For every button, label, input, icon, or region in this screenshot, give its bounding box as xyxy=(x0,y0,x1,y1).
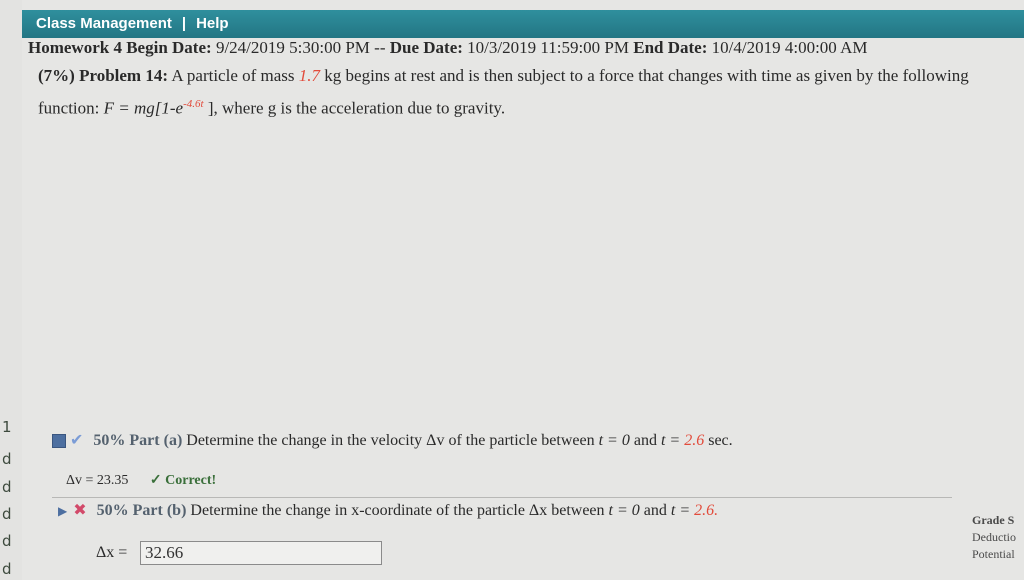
formula-pre: F = mg[1-e xyxy=(103,98,184,118)
due-date-label: Due Date: xyxy=(389,38,463,57)
divider xyxy=(52,497,952,498)
problem-text-3: where g is the acceleration due to gravi… xyxy=(222,98,506,118)
grade-summary-label: Grade S xyxy=(972,513,1015,527)
grade-summary-panel: Grade S Deductio Potential xyxy=(972,512,1016,563)
collapse-toggle-icon[interactable] xyxy=(52,434,66,449)
part-a-question: Determine the change in the velocity Δv … xyxy=(186,432,595,449)
nav-links: Class Management | Help xyxy=(36,15,229,32)
part-a-percent: 50% xyxy=(93,432,126,449)
part-a-answer: Δv = 23.35 ✓ Correct! xyxy=(66,472,216,489)
incorrect-x-icon: ✖ xyxy=(73,502,87,519)
part-a-answer-label: Δv = xyxy=(66,473,97,488)
expand-arrow-icon[interactable]: ▶ xyxy=(58,504,67,518)
part-a-t-end: 2.6 xyxy=(684,432,705,449)
check-mark-icon: ✔ xyxy=(70,432,84,449)
sidebar-mark: d xyxy=(2,450,12,468)
potential-label: Potential xyxy=(972,547,1015,561)
part-a-label: Part (a) xyxy=(129,432,183,449)
due-date-value: 10/3/2019 11:59:00 PM xyxy=(467,38,629,57)
sidebar-mark: d xyxy=(2,505,12,523)
left-sidebar-strip: 1 d d d d d xyxy=(0,0,22,580)
part-b-question: Determine the change in x-coordinate of … xyxy=(190,502,605,519)
end-date-value: 10/4/2019 4:00:00 AM xyxy=(711,38,868,57)
part-b-percent: 50% xyxy=(96,502,129,519)
formula-exponent: -4.6t xyxy=(183,98,204,110)
correct-status-badge: ✓ Correct! xyxy=(149,473,217,488)
sidebar-mark: d xyxy=(2,532,12,550)
class-management-link[interactable]: Class Management xyxy=(36,15,172,32)
dash: -- xyxy=(374,38,386,57)
homework-header: Homework 4 Begin Date: 9/24/2019 5:30:00… xyxy=(28,38,868,58)
sidebar-mark: d xyxy=(2,478,12,496)
top-nav-bar: Class Management | Help xyxy=(22,10,1024,38)
part-a-t-eq: t = xyxy=(660,432,681,449)
begin-date-label: Begin Date: xyxy=(126,38,212,57)
sidebar-mark: d xyxy=(2,560,12,578)
problem-statement: (7%) Problem 14: A particle of mass 1.7 … xyxy=(38,62,988,123)
begin-date-value: 9/24/2019 5:30:00 PM xyxy=(215,38,370,57)
part-b-t-start: t = 0 xyxy=(608,502,640,519)
homework-page: Class Management | Help Homework 4 Begin D… xyxy=(22,0,1024,580)
homework-name: Homework 4 xyxy=(28,38,122,57)
part-a-row: ✔ 50% Part (a) Determine the change in t… xyxy=(52,430,733,450)
part-b-t-end: 2.6. xyxy=(694,502,719,519)
part-a-t-start: t = 0 xyxy=(598,432,630,449)
formula-post: ], xyxy=(207,98,218,118)
part-b-label: Part (b) xyxy=(132,502,187,519)
part-b-and: and xyxy=(643,502,667,519)
nav-separator: | xyxy=(181,15,187,32)
problem-title: Problem 14: xyxy=(79,66,168,85)
sidebar-mark: 1 xyxy=(2,418,12,436)
part-b-answer-label: Δx = xyxy=(96,544,128,561)
problem-weight: (7%) xyxy=(38,66,75,85)
part-a-answer-value: 23.35 xyxy=(96,473,129,488)
part-b-row: ▶ ✖ 50% Part (b) Determine the change in … xyxy=(58,500,718,520)
problem-text-1: A particle of mass xyxy=(171,66,295,85)
end-date-label: End Date: xyxy=(633,38,708,57)
part-a-and: and xyxy=(633,432,657,449)
part-b-t-eq: t = xyxy=(670,502,691,519)
help-link[interactable]: Help xyxy=(196,15,229,32)
mass-value: 1.7 xyxy=(298,66,321,85)
delta-x-input[interactable] xyxy=(140,541,382,565)
deductions-label: Deductio xyxy=(972,530,1016,544)
part-a-unit: sec. xyxy=(708,432,733,449)
